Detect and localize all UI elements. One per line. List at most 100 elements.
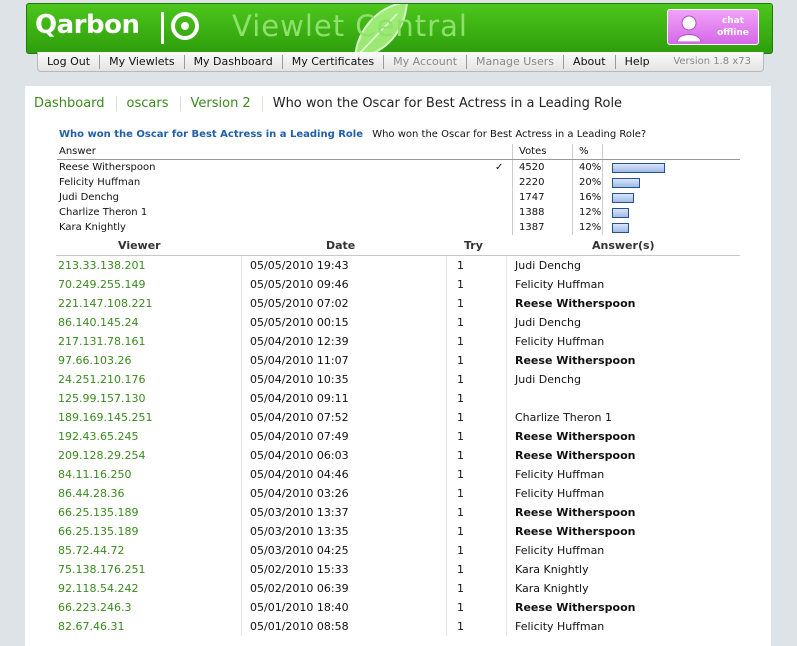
try-count: 1 — [446, 275, 515, 294]
try-count: 1 — [446, 370, 515, 389]
view-date: 05/05/2010 00:15 — [241, 313, 448, 332]
viewer-ip-link[interactable]: 125.99.157.130 — [58, 389, 145, 408]
summary-votes: 1388 — [512, 205, 579, 220]
table-row: 66.25.135.189 05/03/2010 13:35 1 Reese With… — [56, 522, 740, 541]
view-date: 05/05/2010 09:46 — [241, 275, 448, 294]
summary-answer: Kara Knightly — [59, 222, 126, 233]
try-count: 1 — [446, 408, 515, 427]
viewer-ip-link[interactable]: 192.43.65.245 — [58, 427, 138, 446]
viewer-answer: Felicity Huffman — [506, 332, 745, 351]
try-count: 1 — [446, 617, 515, 636]
viewer-column-header[interactable]: Viewer — [118, 239, 161, 252]
try-count: 1 — [446, 351, 515, 370]
try-count: 1 — [446, 541, 515, 560]
main-nav: Log Out My Viewlets My Dashboard My Cert… — [37, 52, 764, 72]
summary-header-row: Answer Votes % — [57, 144, 740, 160]
viewer-ip-link[interactable]: 70.249.255.149 — [58, 275, 145, 294]
viewer-answer: Reese Witherspoon — [506, 427, 745, 446]
nav-manage-users[interactable]: Manage Users — [467, 54, 565, 69]
view-date: 05/01/2010 08:58 — [241, 617, 448, 636]
viewer-ip-link[interactable]: 92.118.54.242 — [58, 579, 138, 598]
nav-log-out[interactable]: Log Out — [38, 54, 101, 69]
summary-answer: Judi Denchg — [59, 192, 119, 203]
summary-bar-cell — [602, 160, 733, 175]
viewer-ip-link[interactable]: 75.138.176.251 — [58, 560, 145, 579]
viewer-ip-link[interactable]: 24.251.210.176 — [58, 370, 145, 389]
viewer-ip-link[interactable]: 217.131.78.161 — [58, 332, 145, 351]
summary-bar-cell — [602, 205, 733, 220]
viewer-answer: Reese Witherspoon — [506, 598, 745, 617]
try-count: 1 — [446, 256, 515, 275]
viewer-answer: Reese Witherspoon — [506, 294, 745, 313]
vote-share-bar — [612, 208, 629, 218]
viewer-ip-link[interactable]: 86.44.28.36 — [58, 484, 124, 503]
viewer-table-body: 213.33.138.201 05/05/2010 19:43 1 Judi Denc… — [56, 256, 740, 636]
viewer-ip-link[interactable]: 189.169.145.251 — [58, 408, 152, 427]
try-count: 1 — [446, 598, 515, 617]
vote-share-bar — [612, 178, 640, 188]
viewer-answer: Reese Witherspoon — [506, 351, 745, 370]
nav-about[interactable]: About — [564, 54, 616, 69]
vote-share-bar — [612, 163, 665, 173]
answers-column-header[interactable]: Answer(s) — [592, 239, 655, 252]
viewer-ip-link[interactable]: 66.25.135.189 — [58, 522, 138, 541]
table-row: 213.33.138.201 05/05/2010 19:43 1 Judi Denc… — [56, 256, 740, 275]
viewer-ip-link[interactable]: 213.33.138.201 — [58, 256, 145, 275]
vote-share-bar — [612, 223, 629, 233]
date-column-header[interactable]: Date — [326, 239, 355, 252]
table-row: 85.72.44.72 05/03/2010 04:25 1 Felicity Huf… — [56, 541, 740, 560]
view-date: 05/04/2010 07:49 — [241, 427, 448, 446]
summary-bar-cell — [602, 190, 733, 205]
view-date: 05/04/2010 03:26 — [241, 484, 448, 503]
chat-status-button[interactable]: chat offline — [667, 9, 759, 45]
viewer-ip-link[interactable]: 86.140.145.24 — [58, 313, 138, 332]
viewer-ip-link[interactable]: 84.11.16.250 — [58, 465, 131, 484]
table-row: 189.169.145.251 05/04/2010 07:52 1 Charlize… — [56, 408, 740, 427]
breadcrumb-oscars[interactable]: oscars — [127, 96, 181, 111]
summary-bar-cell — [602, 175, 733, 190]
try-column-header[interactable]: Try — [464, 239, 483, 252]
table-row: 92.118.54.242 05/02/2010 06:39 1 Kara Knigh… — [56, 579, 740, 598]
viewer-answer: Reese Witherspoon — [506, 503, 745, 522]
breadcrumb-dashboard[interactable]: Dashboard — [34, 96, 117, 111]
view-date: 05/01/2010 18:40 — [241, 598, 448, 617]
nav-my-account[interactable]: My Account — [384, 54, 468, 69]
table-row: 24.251.210.176 05/04/2010 10:35 1 Judi Denc… — [56, 370, 740, 389]
viewer-ip-link[interactable]: 66.223.246.3 — [58, 598, 131, 617]
table-row: 84.11.16.250 05/04/2010 04:46 1 Felicity Hu… — [56, 465, 740, 484]
viewer-table-header: Viewer Date Try Answer(s) — [56, 236, 740, 256]
viewer-ip-link[interactable]: 221.147.108.221 — [58, 294, 152, 313]
view-date: 05/03/2010 04:25 — [241, 541, 448, 560]
summary-row: Kara Knightly 1387 12% — [57, 220, 740, 235]
viewer-answer: Felicity Huffman — [506, 617, 745, 636]
nav-my-certificates[interactable]: My Certificates — [283, 54, 385, 69]
nav-my-viewlets[interactable]: My Viewlets — [100, 54, 185, 69]
summary-bar-header — [602, 144, 733, 159]
viewer-ip-link[interactable]: 97.66.103.26 — [58, 351, 131, 370]
view-date: 05/05/2010 07:02 — [241, 294, 448, 313]
viewer-ip-link[interactable]: 82.67.46.31 — [58, 617, 124, 636]
app-title: Viewlet Central — [232, 9, 468, 43]
view-date: 05/04/2010 06:03 — [241, 446, 448, 465]
viewer-ip-link[interactable]: 209.128.29.254 — [58, 446, 145, 465]
nav-help[interactable]: Help — [616, 55, 659, 69]
summary-row: Reese Witherspoon ✓ 4520 40% — [57, 160, 740, 175]
view-date: 05/04/2010 07:52 — [241, 408, 448, 427]
chat-label-line1: chat — [721, 16, 745, 26]
viewer-ip-link[interactable]: 85.72.44.72 — [58, 541, 124, 560]
table-row: 70.249.255.149 05/05/2010 09:46 1 Felicity … — [56, 275, 740, 294]
table-row: 66.25.135.189 05/03/2010 13:37 1 Reese With… — [56, 503, 740, 522]
try-count: 1 — [446, 579, 515, 598]
viewer-ip-link[interactable]: 66.25.135.189 — [58, 503, 138, 522]
viewer-answer: Reese Witherspoon — [506, 446, 745, 465]
nav-my-dashboard[interactable]: My Dashboard — [185, 54, 283, 69]
viewer-answer: Judi Denchg — [506, 256, 745, 275]
table-row: 97.66.103.26 05/04/2010 11:07 1 Reese Withe… — [56, 351, 740, 370]
table-row: 221.147.108.221 05/05/2010 07:02 1 Reese Wi… — [56, 294, 740, 313]
question-title-link[interactable]: Who won the Oscar for Best Actress in a … — [59, 129, 363, 140]
breadcrumb: Dashboard oscars Version 2 Who won the O… — [34, 96, 622, 111]
view-date: 05/05/2010 19:43 — [241, 256, 448, 275]
breadcrumb-version[interactable]: Version 2 — [191, 96, 263, 111]
summary-answer: Reese Witherspoon — [59, 162, 156, 173]
view-date: 05/03/2010 13:37 — [241, 503, 448, 522]
